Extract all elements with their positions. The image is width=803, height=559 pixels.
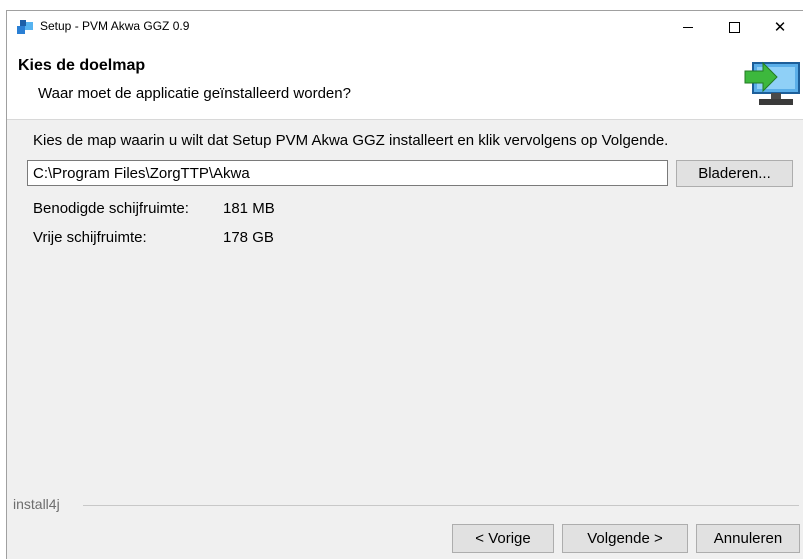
required-space-label: Benodigde schijfruimte: xyxy=(33,200,189,217)
free-space-row: Vrije schijfruimte: 178 GB xyxy=(33,229,274,246)
page-subtitle: Waar moet de applicatie geïnstalleerd wo… xyxy=(38,85,351,102)
instruction-text: Kies de map waarin u wilt dat Setup PVM … xyxy=(33,132,669,149)
installer-brand: install4j xyxy=(13,496,60,512)
minimize-icon xyxy=(683,26,693,28)
back-button[interactable]: < Vorige xyxy=(452,524,554,553)
maximize-icon xyxy=(728,21,740,33)
computer-install-icon xyxy=(744,61,800,105)
setup-app-icon xyxy=(17,20,33,34)
setup-window: Setup - PVM Akwa GGZ 0.9 ✕ Kies de doelm… xyxy=(6,10,803,559)
browse-button[interactable]: Bladeren... xyxy=(676,160,793,187)
required-space-row: Benodigde schijfruimte: 181 MB xyxy=(33,200,275,217)
next-button[interactable]: Volgende > xyxy=(562,524,688,553)
close-icon: ✕ xyxy=(773,19,787,36)
close-button[interactable]: ✕ xyxy=(757,11,803,43)
required-space-value: 181 MB xyxy=(223,200,275,217)
title-bar[interactable]: Setup - PVM Akwa GGZ 0.9 ✕ xyxy=(7,11,803,43)
footer-separator xyxy=(83,505,799,506)
destination-path-input[interactable] xyxy=(27,160,668,186)
free-space-label: Vrije schijfruimte: xyxy=(33,229,147,246)
wizard-header: Kies de doelmap Waar moet de applicatie … xyxy=(7,43,803,120)
cancel-button[interactable]: Annuleren xyxy=(696,524,800,553)
maximize-button[interactable] xyxy=(711,11,757,43)
minimize-button[interactable] xyxy=(665,11,711,43)
window-title: Setup - PVM Akwa GGZ 0.9 xyxy=(40,19,190,33)
page-title: Kies de doelmap xyxy=(18,57,146,74)
free-space-value: 178 GB xyxy=(223,229,274,246)
